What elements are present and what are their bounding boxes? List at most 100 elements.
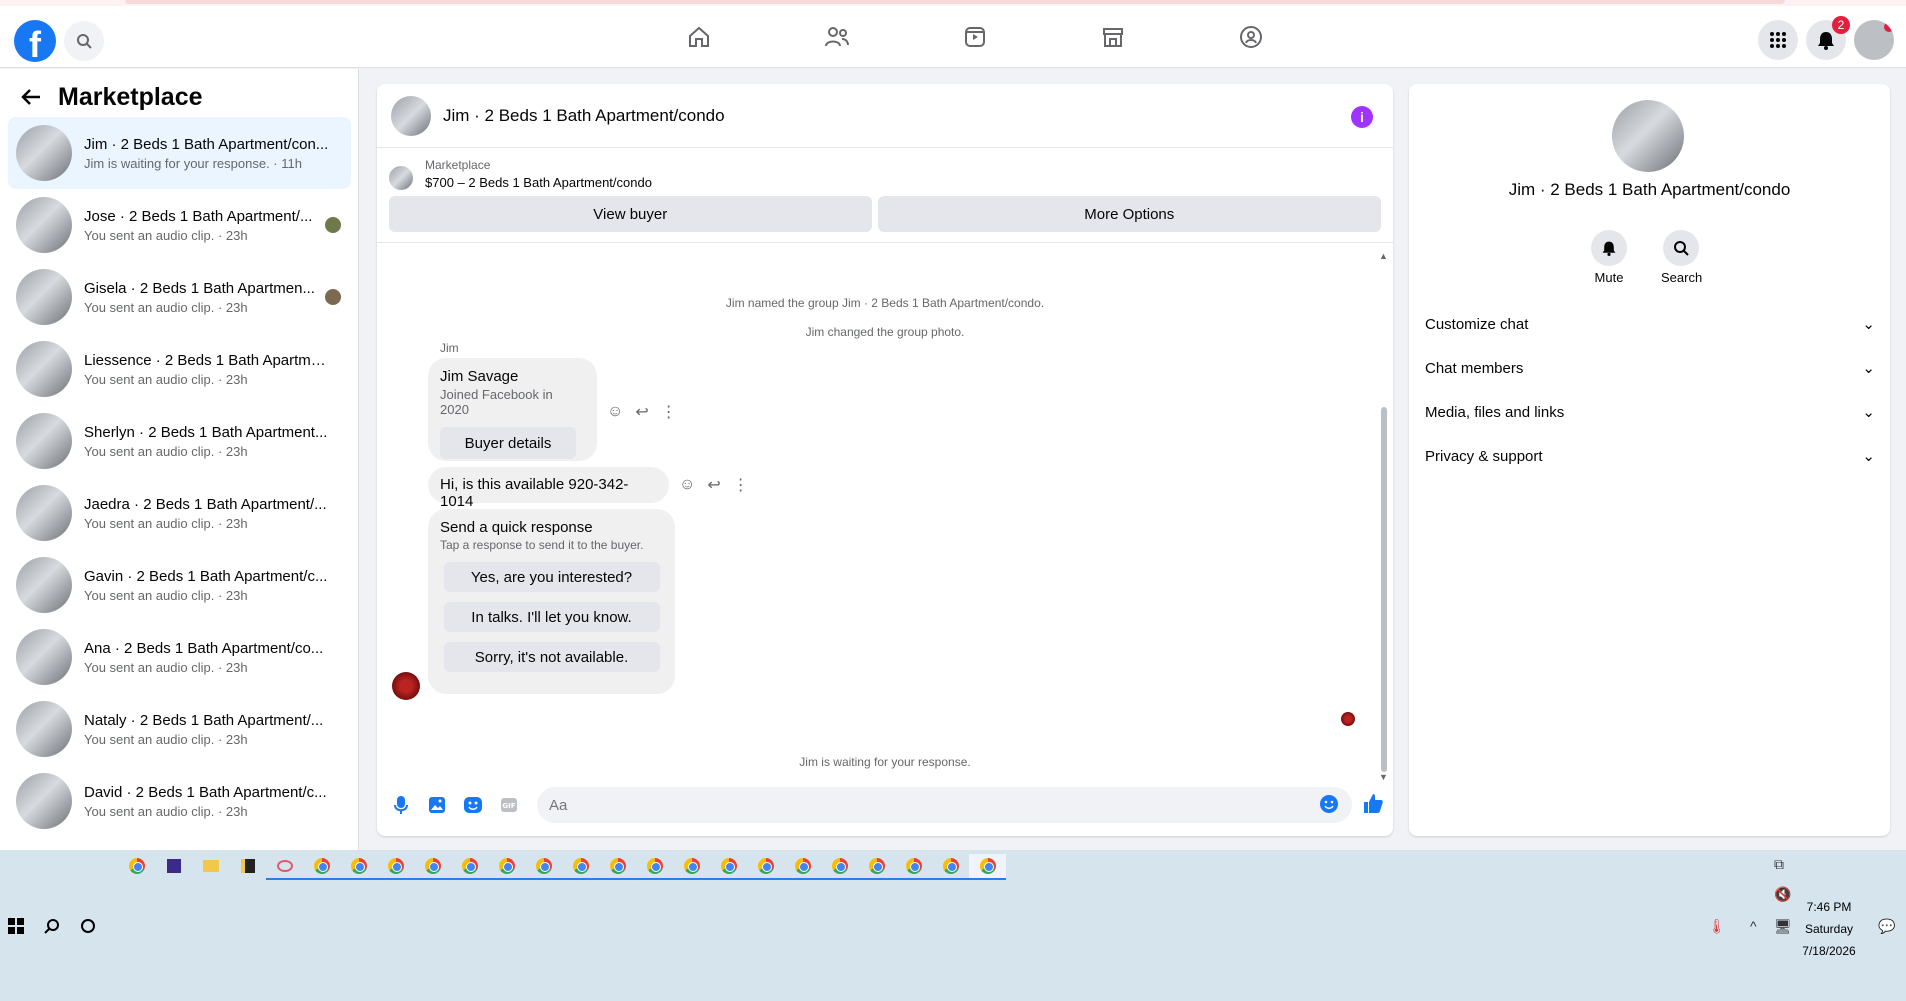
- taskbar-chrome[interactable]: [858, 854, 895, 880]
- sidebar-title: Marketplace: [58, 82, 203, 111]
- section-customize-chat[interactable]: Customize chat ⌄: [1425, 302, 1875, 346]
- taskbar-app[interactable]: [155, 854, 192, 880]
- conversation-item[interactable]: Liessence · 2 Beds 1 Bath Apartme... You …: [8, 333, 351, 405]
- conversation-item[interactable]: Jaedra · 2 Beds 1 Bath Apartment/... You …: [8, 477, 351, 549]
- network-icon[interactable]: 🖥: [1774, 918, 1792, 935]
- menu-button[interactable]: [1758, 20, 1798, 60]
- taskbar-chrome[interactable]: [525, 854, 562, 880]
- scrollbar-thumb[interactable]: [1381, 407, 1387, 772]
- taskbar-search-button[interactable]: [44, 918, 60, 939]
- like-thumb-icon[interactable]: [1362, 792, 1384, 819]
- taskbar-chrome[interactable]: [303, 854, 340, 880]
- windows-start-button[interactable]: [8, 918, 24, 939]
- taskbar-chrome[interactable]: [821, 854, 858, 880]
- conversation-item[interactable]: Jim · 2 Beds 1 Bath Apartment/con... Jim …: [8, 117, 351, 189]
- chevron-down-icon: ⌄: [1862, 316, 1875, 333]
- chat-avatar[interactable]: [391, 95, 431, 136]
- view-buyer-button[interactable]: View buyer: [389, 196, 872, 232]
- grid-menu-icon: [1770, 32, 1786, 48]
- conversation-item[interactable]: Gavin · 2 Beds 1 Bath Apartment/c... You …: [8, 549, 351, 621]
- meet-now-icon[interactable]: ⧉: [1774, 856, 1784, 873]
- photo-icon[interactable]: [425, 793, 449, 817]
- nav-watch[interactable]: [906, 6, 1044, 68]
- more-options-button[interactable]: More Options: [877, 196, 1381, 232]
- taskbar-chrome[interactable]: [895, 854, 932, 880]
- message-scrollbar[interactable]: ▲ ▼: [1379, 251, 1389, 782]
- weather-icon[interactable]: 🌡: [1708, 918, 1726, 935]
- conversation-item[interactable]: Sherlyn · 2 Beds 1 Bath Apartment... You …: [8, 405, 351, 477]
- conversation-item[interactable]: David · 2 Beds 1 Bath Apartment/c... You …: [8, 765, 351, 837]
- info-icon[interactable]: i: [1351, 106, 1373, 128]
- account-avatar[interactable]: [1854, 20, 1894, 60]
- section-media-files-links[interactable]: Media, files and links ⌄: [1425, 390, 1875, 434]
- back-arrow-icon[interactable]: [20, 86, 42, 108]
- nav-home[interactable]: [630, 6, 768, 68]
- taskbar-chrome[interactable]: [340, 854, 377, 880]
- paint-icon: [276, 860, 293, 872]
- clock-time: 7:46 PM: [1806, 900, 1852, 914]
- taskbar-app[interactable]: [229, 854, 266, 880]
- taskbar-chrome-active[interactable]: [969, 854, 1006, 880]
- conversation-item[interactable]: Gisela · 2 Beds 1 Bath Apartmen... You se…: [8, 261, 351, 333]
- more-icon[interactable]: ⋮: [661, 402, 677, 422]
- taskbar-chrome[interactable]: [377, 854, 414, 880]
- listing-summary[interactable]: Marketplace $700 – 2 Beds 1 Bath Apartme…: [377, 148, 1393, 190]
- cortana-button[interactable]: [80, 918, 96, 939]
- show-hidden-icons-chevron-icon[interactable]: ^: [1750, 918, 1757, 934]
- react-icon[interactable]: ☺: [679, 476, 695, 494]
- app-icon: [240, 859, 255, 873]
- conversation-avatar: [16, 701, 72, 757]
- conversation-avatar: [16, 629, 72, 685]
- notifications-button[interactable]: 2: [1806, 16, 1850, 60]
- nav-friends[interactable]: [768, 6, 906, 68]
- sticker-icon[interactable]: [461, 793, 485, 817]
- taskbar-file-explorer[interactable]: [192, 854, 229, 880]
- chrome-icon: [831, 858, 848, 874]
- quick-response-option[interactable]: In talks. I'll let you know.: [443, 602, 660, 632]
- search-chat-button[interactable]: Search: [1661, 230, 1702, 285]
- message-input[interactable]: [537, 787, 1352, 823]
- quick-response-option[interactable]: Sorry, it's not available.: [443, 642, 660, 672]
- scroll-up-icon[interactable]: ▲: [1379, 251, 1388, 261]
- react-icon[interactable]: ☺: [607, 403, 623, 421]
- conversation-item[interactable]: Ana · 2 Beds 1 Bath Apartment/co... You s…: [8, 621, 351, 693]
- taskbar-chrome[interactable]: [118, 854, 155, 880]
- microphone-icon[interactable]: [389, 793, 413, 817]
- quick-response-option[interactable]: Yes, are you interested?: [443, 562, 660, 592]
- taskbar-chrome[interactable]: [488, 854, 525, 880]
- group-avatar[interactable]: [1612, 100, 1684, 172]
- emoji-icon[interactable]: [1319, 794, 1339, 819]
- taskbar-chrome[interactable]: [562, 854, 599, 880]
- system-clock[interactable]: 7:46 PM Saturday 7/18/2026: [1794, 896, 1864, 962]
- chrome-icon: [350, 858, 367, 874]
- folder-icon: [202, 860, 219, 872]
- conversation-title: Liessence · 2 Beds 1 Bath Apartme...: [84, 351, 329, 369]
- section-privacy-support[interactable]: Privacy & support ⌄: [1425, 434, 1875, 478]
- nav-marketplace[interactable]: [1044, 6, 1182, 68]
- reply-icon[interactable]: ↩: [635, 402, 648, 422]
- taskbar-chrome[interactable]: [784, 854, 821, 880]
- mute-button[interactable]: Mute: [1589, 230, 1629, 285]
- taskbar-chrome[interactable]: [747, 854, 784, 880]
- action-center-icon[interactable]: 💬: [1878, 918, 1895, 935]
- taskbar-app[interactable]: [266, 854, 303, 880]
- buyer-details-button[interactable]: Buyer details: [440, 427, 576, 459]
- speaker-muted-icon[interactable]: 🔇: [1774, 886, 1791, 903]
- taskbar-chrome[interactable]: [673, 854, 710, 880]
- chat-title[interactable]: Jim · 2 Beds 1 Bath Apartment/condo: [443, 106, 725, 126]
- taskbar-chrome[interactable]: [932, 854, 969, 880]
- taskbar-chrome[interactable]: [636, 854, 673, 880]
- gif-icon[interactable]: GIF: [497, 793, 521, 817]
- taskbar-chrome[interactable]: [710, 854, 747, 880]
- conversation-item[interactable]: Nataly · 2 Beds 1 Bath Apartment/... You …: [8, 693, 351, 765]
- taskbar-chrome[interactable]: [599, 854, 636, 880]
- reply-icon[interactable]: ↩: [707, 475, 720, 495]
- more-icon[interactable]: ⋮: [733, 475, 749, 495]
- section-chat-members[interactable]: Chat members ⌄: [1425, 346, 1875, 390]
- taskbar-chrome[interactable]: [414, 854, 451, 880]
- search-button[interactable]: [64, 21, 104, 61]
- conversation-item[interactable]: Jose · 2 Beds 1 Bath Apartment/... You se…: [8, 189, 351, 261]
- taskbar-chrome[interactable]: [451, 854, 488, 880]
- nav-groups[interactable]: [1182, 6, 1320, 68]
- facebook-logo[interactable]: f: [14, 20, 56, 62]
